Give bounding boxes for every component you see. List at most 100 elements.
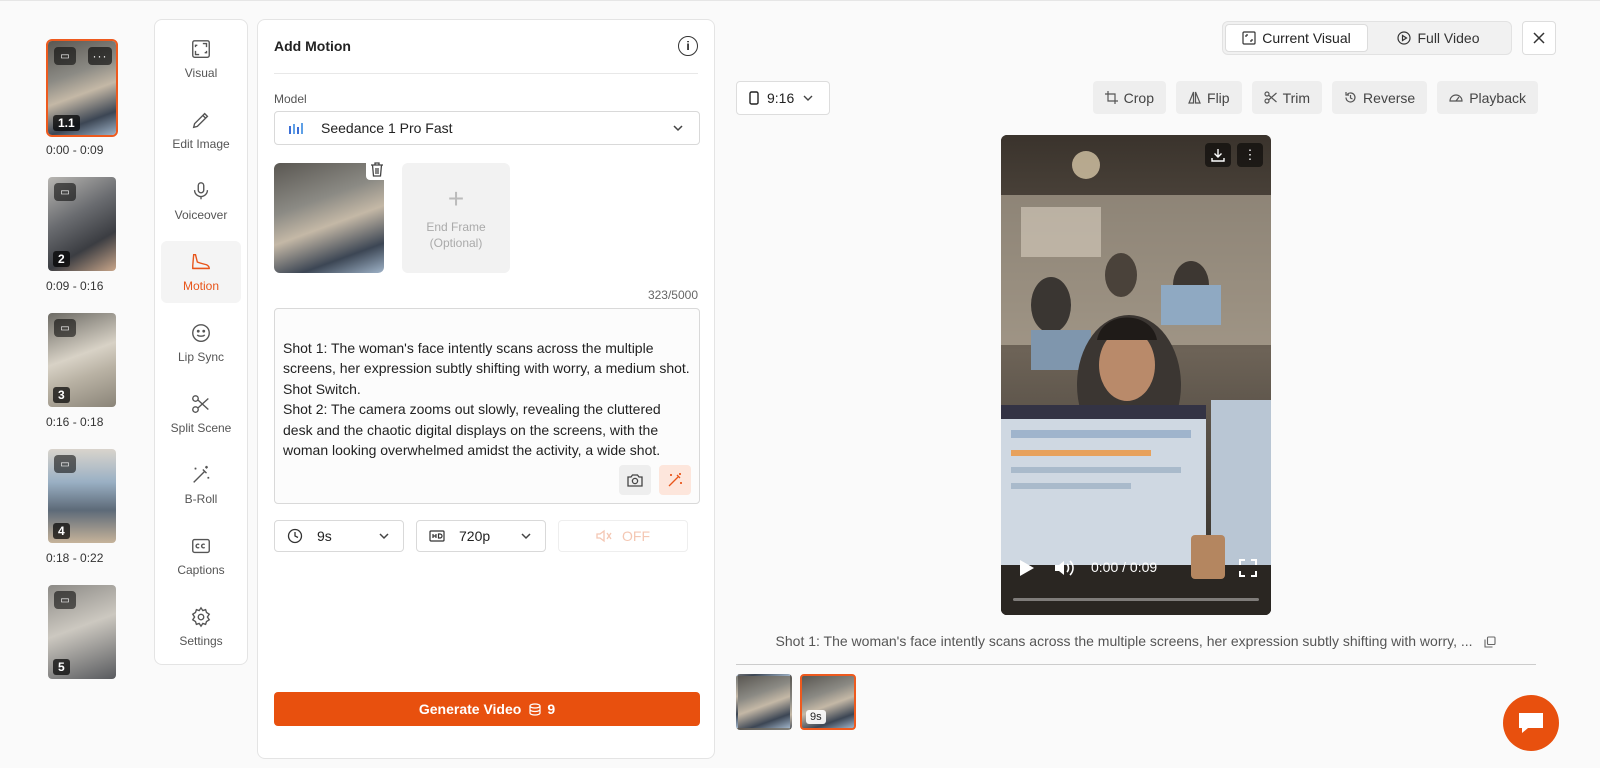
tool-label: Settings bbox=[179, 634, 223, 648]
app-root: ▭ ··· 1.1 0:00 - 0:09 ▭ 2 0:09 - 0:16 ▭ … bbox=[0, 0, 1600, 768]
reverse-button[interactable]: Reverse bbox=[1332, 81, 1428, 114]
prompt-textarea[interactable]: Shot 1: The woman's face intently scans … bbox=[274, 308, 700, 504]
playback-label: Playback bbox=[1469, 89, 1526, 106]
tool-label: Motion bbox=[182, 279, 220, 293]
more-options-icon[interactable]: ··· bbox=[88, 47, 112, 65]
duration-value: 9s bbox=[317, 528, 332, 544]
video-progress-bar[interactable] bbox=[1013, 598, 1259, 601]
video-camera-icon: ▭ bbox=[54, 47, 76, 65]
crop-label: Crop bbox=[1123, 89, 1155, 106]
tool-edit-image[interactable]: Edit Image bbox=[161, 99, 241, 161]
scene-item[interactable]: ▭ 2 0:09 - 0:16 bbox=[46, 175, 118, 293]
camera-icon[interactable] bbox=[619, 465, 651, 495]
playback-button[interactable]: Playback bbox=[1437, 81, 1538, 114]
flip-button[interactable]: Flip bbox=[1176, 81, 1242, 114]
generate-cost: 9 bbox=[547, 701, 556, 717]
video-camera-icon: ▭ bbox=[54, 591, 76, 609]
plus-icon: + bbox=[447, 183, 465, 214]
model-value: Seedance 1 Pro Fast bbox=[321, 120, 453, 136]
aspect-ratio-select[interactable]: 9:16 bbox=[736, 81, 830, 115]
chat-bubble-icon bbox=[1519, 713, 1543, 733]
current-visual-label: Current Visual bbox=[1262, 30, 1351, 46]
divider bbox=[736, 664, 1536, 665]
full-video-label: Full Video bbox=[1417, 30, 1480, 46]
info-icon[interactable]: i bbox=[678, 36, 698, 56]
end-frame-upload[interactable]: + End Frame (Optional) bbox=[402, 163, 510, 273]
clip-thumbnail[interactable] bbox=[736, 674, 792, 730]
generate-video-button[interactable]: Generate Video 9 bbox=[274, 692, 700, 726]
end-frame-label: End Frame bbox=[426, 220, 486, 234]
tool-b-roll[interactable]: B-Roll bbox=[161, 454, 241, 516]
tool-label: Split Scene bbox=[170, 421, 232, 435]
panel-title: Add Motion bbox=[274, 38, 351, 54]
audio-toggle[interactable]: OFF bbox=[558, 520, 688, 552]
resolution-select[interactable]: 720p bbox=[416, 520, 546, 552]
scene-item[interactable]: ▭ 5 bbox=[46, 583, 118, 681]
scene-thumbnail[interactable]: ▭ ··· 1.1 bbox=[46, 39, 118, 137]
scene-item[interactable]: ▭ ··· 1.1 0:00 - 0:09 bbox=[46, 39, 118, 157]
more-options-icon[interactable]: ⋮ bbox=[1237, 143, 1263, 167]
magic-wand-icon bbox=[193, 465, 210, 483]
scene-thumbnail[interactable]: ▭ 3 bbox=[46, 311, 118, 409]
current-visual-tab[interactable]: Current Visual bbox=[1225, 24, 1368, 52]
cc-icon bbox=[192, 538, 210, 554]
smiley-icon bbox=[192, 324, 210, 342]
divider bbox=[274, 73, 698, 74]
model-select[interactable]: Seedance 1 Pro Fast bbox=[274, 111, 700, 145]
hd-icon bbox=[429, 530, 445, 542]
tool-settings[interactable]: Settings bbox=[161, 596, 241, 658]
scene-item[interactable]: ▭ 3 0:16 - 0:18 bbox=[46, 311, 118, 429]
audio-value: OFF bbox=[622, 528, 650, 544]
download-icon[interactable] bbox=[1205, 143, 1231, 167]
video-frame bbox=[1001, 135, 1271, 615]
tool-visual[interactable]: Visual bbox=[161, 28, 241, 90]
video-camera-icon: ▭ bbox=[54, 455, 76, 473]
model-logo-icon bbox=[289, 122, 303, 134]
ratio-value: 9:16 bbox=[767, 90, 795, 106]
scene-number: 2 bbox=[53, 251, 70, 267]
shoe-icon bbox=[192, 253, 210, 270]
scene-number: 3 bbox=[53, 387, 70, 403]
chevron-down-icon bbox=[803, 95, 813, 101]
tool-label: Voiceover bbox=[174, 208, 228, 222]
tool-lip-sync[interactable]: Lip Sync bbox=[161, 312, 241, 374]
trash-icon[interactable] bbox=[366, 158, 388, 180]
scene-item[interactable]: ▭ 4 0:18 - 0:22 bbox=[46, 447, 118, 565]
trim-button[interactable]: Trim bbox=[1251, 81, 1323, 114]
scene-thumbnail[interactable]: ▭ 4 bbox=[46, 447, 118, 545]
copy-icon[interactable] bbox=[1484, 636, 1497, 648]
crop-button[interactable]: Crop bbox=[1092, 81, 1167, 114]
mute-icon bbox=[596, 529, 612, 543]
chevron-down-icon bbox=[379, 533, 389, 540]
video-camera-icon: ▭ bbox=[54, 319, 76, 337]
close-button[interactable] bbox=[1522, 21, 1556, 55]
tool-split-scene[interactable]: Split Scene bbox=[161, 383, 241, 445]
volume-icon[interactable] bbox=[1053, 557, 1075, 579]
scene-number: 4 bbox=[53, 523, 70, 539]
full-video-tab[interactable]: Full Video bbox=[1368, 24, 1509, 52]
prompt-actions bbox=[619, 465, 691, 495]
tool-captions[interactable]: Captions bbox=[161, 525, 241, 587]
reverse-label: Reverse bbox=[1363, 89, 1416, 106]
video-player[interactable]: ⋮ 0:00 / 0:09 bbox=[1001, 135, 1271, 615]
scissors-icon bbox=[192, 395, 209, 413]
credits-icon bbox=[529, 702, 541, 716]
chat-button[interactable] bbox=[1503, 695, 1559, 751]
scene-number: 5 bbox=[53, 659, 70, 675]
video-camera-icon: ▭ bbox=[54, 183, 76, 201]
scene-time: 0:18 - 0:22 bbox=[46, 551, 104, 565]
scene-thumbnail[interactable]: ▭ 5 bbox=[46, 583, 118, 681]
tool-label: Edit Image bbox=[172, 137, 230, 151]
play-circle-icon bbox=[1397, 31, 1412, 45]
magic-enhance-icon[interactable] bbox=[659, 465, 691, 495]
pencil-icon bbox=[192, 112, 209, 129]
play-icon[interactable] bbox=[1015, 557, 1037, 579]
caption-row: Shot 1: The woman's face intently scans … bbox=[736, 633, 1536, 649]
fullscreen-icon[interactable] bbox=[1239, 559, 1257, 577]
tool-motion[interactable]: Motion bbox=[161, 241, 241, 303]
tool-voiceover[interactable]: Voiceover bbox=[161, 170, 241, 232]
duration-select[interactable]: 9s bbox=[274, 520, 404, 552]
caption-text: Shot 1: The woman's face intently scans … bbox=[775, 633, 1473, 649]
scene-thumbnail[interactable]: ▭ 2 bbox=[46, 175, 118, 273]
clip-thumbnail-selected[interactable]: 9s bbox=[800, 674, 856, 730]
